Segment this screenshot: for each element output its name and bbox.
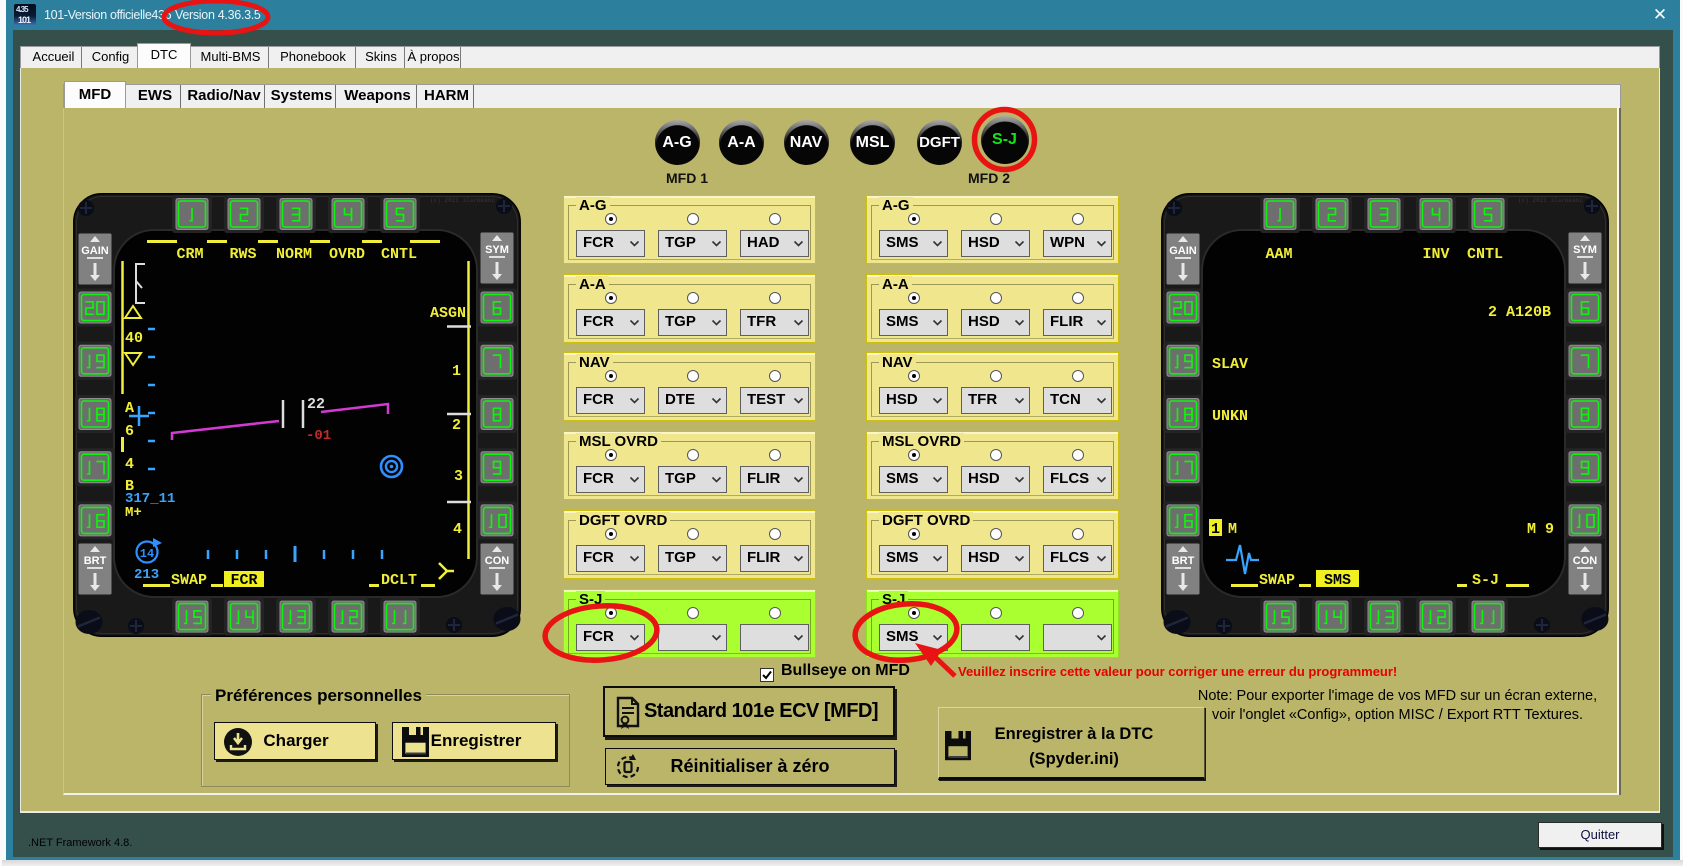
svg-text:CON: CON — [485, 555, 510, 567]
svg-text:OVRD: OVRD — [329, 246, 365, 263]
svg-text:ASGN: ASGN — [430, 305, 466, 322]
svg-text:SYM: SYM — [485, 244, 509, 256]
svg-text:RWS: RWS — [229, 246, 256, 263]
svg-text:-01: -01 — [306, 428, 331, 444]
svg-text:M+: M+ — [125, 505, 142, 521]
svg-text:INV: INV — [1422, 246, 1449, 263]
svg-text:FCR: FCR — [230, 572, 257, 589]
svg-text:M: M — [1228, 521, 1237, 538]
svg-text:CON: CON — [1573, 555, 1598, 567]
svg-text:A: A — [125, 400, 134, 417]
svg-text:UNKN: UNKN — [1212, 408, 1248, 425]
svg-text:BRT: BRT — [1172, 555, 1195, 567]
svg-text:M 9: M 9 — [1527, 521, 1554, 538]
svg-text:1: 1 — [1211, 521, 1220, 538]
svg-text:1: 1 — [452, 363, 461, 380]
svg-text:GAIN: GAIN — [81, 245, 109, 257]
svg-text:SMS: SMS — [1324, 572, 1351, 589]
svg-text:(c) 2021 iCarmeanz: (c) 2021 iCarmeanz — [1518, 197, 1583, 204]
svg-text:3: 3 — [454, 468, 463, 485]
svg-text:40: 40 — [125, 330, 143, 347]
svg-text:AAM: AAM — [1265, 246, 1292, 263]
svg-text:2 A120B: 2 A120B — [1488, 304, 1551, 321]
svg-text:GAIN: GAIN — [1169, 245, 1197, 257]
svg-text:6: 6 — [125, 423, 134, 440]
svg-text:4: 4 — [125, 456, 134, 473]
svg-text:213: 213 — [134, 567, 159, 583]
svg-text:2: 2 — [452, 417, 461, 434]
svg-text:(c) 2021 iCarmeanz: (c) 2021 iCarmeanz — [430, 197, 495, 204]
svg-text:CNTL: CNTL — [381, 246, 417, 263]
svg-text:22: 22 — [307, 396, 325, 413]
svg-text:NORM: NORM — [276, 246, 312, 263]
svg-text:BRT: BRT — [84, 555, 107, 567]
svg-text:S-J: S-J — [1472, 572, 1499, 589]
svg-text:SLAV: SLAV — [1212, 356, 1248, 373]
svg-text:CNTL: CNTL — [1467, 246, 1503, 263]
svg-text:CRM: CRM — [176, 246, 203, 263]
svg-text:4: 4 — [453, 521, 462, 538]
svg-text:SYM: SYM — [1573, 244, 1597, 256]
svg-text:SWAP: SWAP — [1259, 572, 1295, 589]
svg-text:DCLT: DCLT — [381, 572, 417, 589]
svg-text:14: 14 — [140, 547, 154, 561]
svg-text:SWAP: SWAP — [171, 572, 207, 589]
